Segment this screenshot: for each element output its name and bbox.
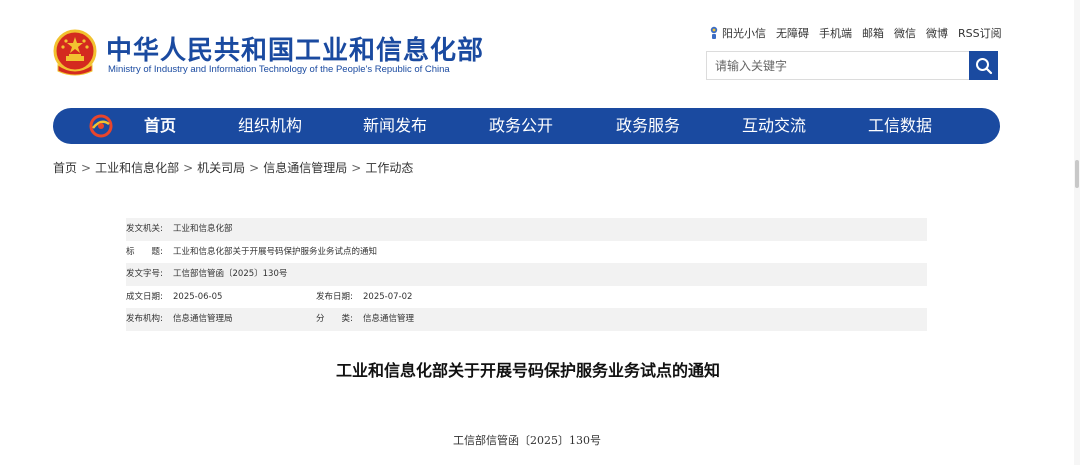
breadcrumb-separator: > xyxy=(183,161,194,175)
breadcrumb-separator: > xyxy=(351,161,362,175)
top-link-weibo[interactable]: 微博 xyxy=(926,25,948,41)
doc-number-label: 发文字号: xyxy=(126,269,163,279)
scrollbar-thumb[interactable] xyxy=(1075,160,1079,188)
metadata-row-doc-number: 发文字号: 工信部信管函〔2025〕130号 xyxy=(126,263,927,286)
breadcrumb-telecom-bureau[interactable]: 信息通信管理局 xyxy=(263,161,347,175)
metadata-row-title: 标 题: 工业和信息化部关于开展号码保护服务业务试点的通知 xyxy=(126,241,927,264)
search-button[interactable] xyxy=(969,51,998,80)
nav-item-interaction[interactable]: 互动交流 xyxy=(742,108,806,144)
search-box xyxy=(706,51,998,80)
nav-item-gov-affairs[interactable]: 政务公开 xyxy=(489,108,553,144)
top-links: 阳光小信 无障碍 手机端 邮箱 微信 微博 RSS订阅 xyxy=(708,25,1002,41)
document-title: 工业和信息化部关于开展号码保护服务业务试点的通知 xyxy=(335,361,720,380)
document-metadata-table: 发文机关: 工业和信息化部 标 题: 工业和信息化部关于开展号码保护服务业务试点… xyxy=(126,218,927,331)
metadata-row-dates: 成文日期: 2025-06-05 发布日期: 2025-07-02 xyxy=(126,286,927,309)
breadcrumb-departments[interactable]: 机关司局 xyxy=(197,161,245,175)
published-date-label: 发布日期: xyxy=(316,291,353,302)
title-value: 工业和信息化部关于开展号码保护服务业务试点的通知 xyxy=(173,246,378,257)
nav-item-organization[interactable]: 组织机构 xyxy=(238,108,302,144)
main-nav: 首页 组织机构 新闻发布 政务公开 政务服务 互动交流 工信数据 xyxy=(53,108,1000,144)
document-number: 工信部信管函〔2025〕130号 xyxy=(453,434,601,447)
breadcrumb: 首页 > 工业和信息化部 > 机关司局 > 信息通信管理局 > 工作动态 xyxy=(53,159,413,176)
search-input[interactable] xyxy=(707,52,969,79)
breadcrumb-separator: > xyxy=(249,161,260,175)
title-label: 标 题: xyxy=(126,246,163,257)
miit-logo-icon xyxy=(89,114,113,138)
breadcrumb-ministry[interactable]: 工业和信息化部 xyxy=(95,161,179,175)
org-value: 信息通信管理局 xyxy=(173,314,233,324)
site-subtitle: Ministry of Industry and Information Tec… xyxy=(108,64,450,75)
created-date-value: 2025-06-05 xyxy=(173,291,223,302)
category-label: 分 类: xyxy=(316,314,353,324)
issuer-label: 发文机关: xyxy=(126,224,163,234)
search-icon xyxy=(975,57,992,74)
metadata-row-org: 发布机构: 信息通信管理局 分 类: 信息通信管理 xyxy=(126,308,927,331)
metadata-row-issuer: 发文机关: 工业和信息化部 xyxy=(126,218,927,241)
nav-item-data[interactable]: 工信数据 xyxy=(868,108,932,144)
breadcrumb-work-news[interactable]: 工作动态 xyxy=(365,161,413,175)
breadcrumb-home[interactable]: 首页 xyxy=(53,161,77,175)
top-link-wechat[interactable]: 微信 xyxy=(894,25,916,41)
breadcrumb-separator: > xyxy=(81,161,92,175)
top-link-label: 阳光小信 xyxy=(722,27,766,40)
published-date-value: 2025-07-02 xyxy=(363,291,413,302)
page-scrollbar[interactable] xyxy=(1074,0,1080,465)
sunshine-icon xyxy=(710,26,718,39)
created-date-label: 成文日期: xyxy=(126,291,163,302)
nav-item-gov-services[interactable]: 政务服务 xyxy=(616,108,680,144)
issuer-value: 工业和信息化部 xyxy=(173,224,233,234)
top-link-rss[interactable]: RSS订阅 xyxy=(958,25,1002,41)
doc-number-value: 工信部信管函〔2025〕130号 xyxy=(173,269,288,279)
nav-item-home[interactable]: 首页 xyxy=(144,108,176,144)
site-title[interactable]: 中华人民共和国工业和信息化部 xyxy=(106,30,484,67)
category-value: 信息通信管理 xyxy=(363,314,415,324)
top-link-accessibility[interactable]: 无障碍 xyxy=(776,25,809,41)
top-link-sunshine[interactable]: 阳光小信 xyxy=(708,25,766,41)
top-link-mobile[interactable]: 手机端 xyxy=(819,25,852,41)
national-emblem-icon[interactable] xyxy=(52,29,98,77)
site-header: 中华人民共和国工业和信息化部 Ministry of Industry and … xyxy=(0,0,1080,100)
nav-item-news[interactable]: 新闻发布 xyxy=(363,108,427,144)
org-label: 发布机构: xyxy=(126,314,163,324)
top-link-mail[interactable]: 邮箱 xyxy=(862,25,884,41)
